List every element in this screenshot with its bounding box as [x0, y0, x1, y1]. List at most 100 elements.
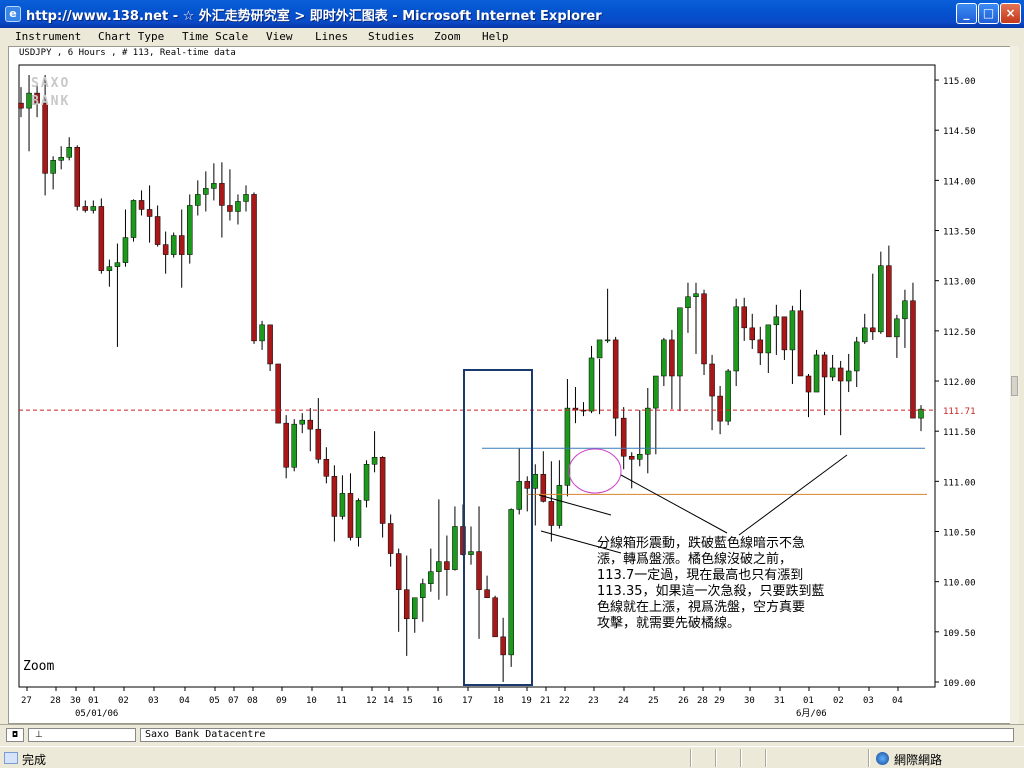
x-tick-label: 01	[88, 696, 99, 706]
x-tick-label: 08	[247, 696, 258, 706]
close-button[interactable]: ×	[1000, 3, 1021, 24]
candle-down	[524, 481, 530, 489]
minimize-button[interactable]: _	[956, 3, 977, 24]
consolidation-box	[463, 369, 533, 686]
candle-down	[910, 300, 916, 419]
crosshair-tool-button[interactable]: ⊥	[28, 728, 136, 742]
candle-down	[612, 339, 619, 419]
candle-up	[66, 147, 72, 158]
candle-up	[355, 500, 362, 538]
annotation-line: 色線就在上漲，視爲洗盤，空方真要	[597, 599, 805, 615]
y-tick-label: 113.00	[943, 278, 976, 288]
annotation-line: 漲，轉爲盤漲。橘色線沒破之前，	[597, 551, 792, 567]
menu-help[interactable]: Help	[482, 30, 509, 43]
candle-down	[395, 553, 402, 590]
x-tick-label: 15	[402, 696, 413, 706]
candle-down	[323, 459, 330, 477]
x-tick-label: 02	[118, 696, 129, 706]
x-tick-label: 05	[209, 696, 220, 706]
candle-down	[781, 316, 788, 351]
x-tick-label: 30	[744, 696, 755, 706]
annotation-line: 分線箱形震動，跌破藍色線暗示不急	[597, 535, 805, 551]
annotation-line: 113.7一定過，現在最高也只有漲到	[597, 567, 803, 583]
x-tick-label: 03	[148, 696, 159, 706]
candle-down	[178, 235, 185, 255]
vertical-scrollbar[interactable]	[1010, 46, 1019, 724]
price-chart[interactable]: 111.71 115.00 114.50 114.00 113.50 113.00 112.…	[9, 47, 1017, 723]
candle-up	[894, 318, 900, 338]
maximize-button[interactable]: □	[978, 3, 999, 24]
candle-up	[436, 561, 442, 572]
candle-up	[789, 310, 796, 351]
candle-down	[741, 306, 747, 329]
annotation-line: 攻擊，就需要先破橘線。	[597, 615, 740, 631]
candle-down	[219, 183, 225, 206]
candle-up	[677, 307, 683, 377]
menu-studies[interactable]: Studies	[368, 30, 414, 43]
candle-down	[315, 428, 322, 460]
candle-up	[235, 201, 241, 212]
candle-up	[556, 485, 563, 526]
candle-up	[259, 324, 265, 342]
candle-down	[403, 589, 410, 620]
candle-down	[98, 206, 105, 271]
candle-up	[58, 157, 64, 161]
current-price-tag: 111.71	[943, 407, 976, 417]
candle-up	[845, 370, 852, 382]
candle-down	[484, 589, 490, 598]
candle-down	[717, 395, 723, 422]
x-tick-label: 03	[863, 696, 874, 706]
x-tick-label: 19	[521, 696, 532, 706]
x-tick-label: 17	[462, 696, 473, 706]
candle-down	[757, 339, 764, 354]
status-text: 完成	[22, 753, 47, 767]
y-tick-label: 115.00	[943, 77, 976, 87]
candle-up	[299, 419, 305, 425]
candle-up	[596, 339, 603, 359]
candle-down	[267, 324, 273, 365]
candle-down	[701, 293, 707, 365]
x-tick-label: 12	[366, 696, 377, 706]
candle-up	[693, 293, 699, 297]
internet-zone-icon	[876, 752, 889, 765]
annotation-line: 113.35，如果這一次急殺，只要跌到藍	[597, 583, 825, 599]
x-tick-label: 24	[618, 696, 629, 706]
highlight-circle	[568, 448, 622, 494]
candle-up	[508, 509, 514, 656]
x-tick-label: 07	[228, 696, 239, 706]
data-source-label: Saxo Bank Datacentre	[140, 728, 1014, 742]
menu-zoom[interactable]: Zoom	[434, 30, 461, 43]
x-tick-label: 22	[559, 696, 570, 706]
x-tick-label: 16	[432, 696, 443, 706]
menu-instrument[interactable]: Instrument	[15, 30, 81, 43]
x-tick-label: 26	[678, 696, 689, 706]
candle-up	[878, 265, 884, 333]
candle-down	[548, 501, 555, 526]
candle-up	[243, 194, 249, 202]
candle-up	[902, 300, 908, 320]
menu-time-scale[interactable]: Time Scale	[182, 30, 248, 43]
chart-applet[interactable]: 111.71 115.00 114.50 114.00 113.50 113.00 112.…	[8, 46, 1018, 724]
menu-lines[interactable]: Lines	[315, 30, 348, 43]
status-divider	[765, 749, 767, 767]
security-zone-label: 網際網路	[894, 753, 943, 767]
candle-down	[307, 419, 314, 430]
candle-down	[837, 367, 844, 382]
candle-down	[620, 417, 627, 457]
title-bar[interactable]: e http://www.138.net - ☆ 外汇走势研究室 > 即时外汇图…	[0, 0, 1024, 28]
candle-up	[203, 188, 209, 195]
toolbar-icon-button[interactable]: ◘	[6, 728, 24, 742]
y-tick-label: 112.50	[943, 328, 976, 338]
candle-down	[138, 200, 145, 210]
candle-up	[291, 423, 297, 468]
scroll-thumb[interactable]	[1011, 376, 1018, 396]
candle-up	[90, 206, 97, 211]
candle-up	[211, 183, 217, 189]
window-title: http://www.138.net - ☆ 外汇走势研究室 > 即时外汇图表 …	[26, 9, 602, 24]
candle-up	[363, 464, 370, 501]
candle-down	[669, 339, 675, 377]
menu-chart-type[interactable]: Chart Type	[98, 30, 164, 43]
menu-view[interactable]: View	[266, 30, 293, 43]
zoom-label[interactable]: Zoom	[23, 659, 54, 674]
candle-up	[339, 493, 346, 517]
